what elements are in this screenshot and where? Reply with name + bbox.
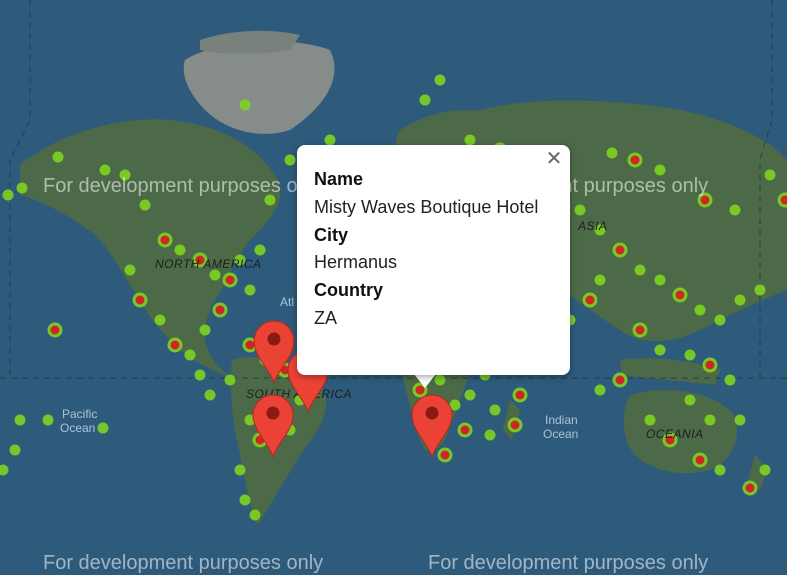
heat-spot <box>734 414 746 426</box>
heat-spot <box>759 464 771 476</box>
heat-spot <box>167 337 183 353</box>
ocean-label-pacific-1: Pacific <box>62 407 97 421</box>
heat-spot <box>612 242 628 258</box>
heat-spot <box>654 344 666 356</box>
heat-spot <box>654 164 666 176</box>
continent-label-north-america: NORTH AMERICA <box>155 257 262 271</box>
heat-spot <box>99 164 111 176</box>
heat-spot <box>729 204 741 216</box>
heat-spot <box>47 322 63 338</box>
heat-spot <box>284 154 296 166</box>
heat-spot <box>714 314 726 326</box>
heat-spot <box>234 464 246 476</box>
heat-spot <box>512 387 528 403</box>
name-value: Misty Waves Boutique Hotel <box>314 196 539 217</box>
heat-spot <box>194 369 206 381</box>
heat-spot <box>244 284 256 296</box>
heat-spot <box>119 169 131 181</box>
heat-spot <box>97 422 109 434</box>
heat-spot <box>627 152 643 168</box>
city-value: Hermanus <box>314 252 398 273</box>
heat-spot <box>489 404 501 416</box>
heat-spot <box>222 272 238 288</box>
heat-spot <box>692 452 708 468</box>
heat-spot <box>777 192 787 208</box>
heat-spot <box>464 134 476 146</box>
city-label: City <box>314 224 349 245</box>
heat-spot <box>634 264 646 276</box>
ocean-label-indian-1: Indian <box>545 413 578 427</box>
close-icon[interactable]: ✕ <box>544 149 564 169</box>
heat-spot <box>157 232 173 248</box>
ocean-label-pacific-2: Ocean <box>60 421 95 435</box>
heat-spot <box>694 304 706 316</box>
heat-spot <box>52 151 64 163</box>
heat-spot <box>419 94 431 106</box>
name-label: Name <box>314 169 364 189</box>
heat-spot <box>437 447 453 463</box>
heat-spot <box>684 394 696 406</box>
heat-spot <box>632 322 648 338</box>
heat-spot <box>184 349 196 361</box>
ocean-label-indian-2: Ocean <box>543 427 578 441</box>
heat-spot <box>464 389 476 401</box>
heat-spot <box>702 357 718 373</box>
heat-spot <box>724 374 736 386</box>
heat-spot <box>714 464 726 476</box>
heat-spot <box>612 372 628 388</box>
ocean-label-atlantic: Atl <box>280 295 294 309</box>
heat-spot <box>672 287 688 303</box>
heat-spot <box>594 274 606 286</box>
heat-spot <box>434 74 446 86</box>
heat-spot <box>684 349 696 361</box>
heat-spot <box>16 182 28 194</box>
heat-spot <box>734 294 746 306</box>
heat-spot <box>742 480 758 496</box>
heat-spot <box>204 389 216 401</box>
continent-label-asia: ASIA <box>577 219 607 233</box>
heat-spot <box>697 192 713 208</box>
infowindow-tail <box>414 374 436 388</box>
heat-spot <box>484 429 496 441</box>
heat-spot <box>132 292 148 308</box>
heat-spot <box>209 269 221 281</box>
heat-spot <box>594 384 606 396</box>
heat-spot <box>9 444 21 456</box>
heat-spot <box>239 494 251 506</box>
heat-spot <box>199 324 211 336</box>
infowindow: ✕ Name Misty Waves Boutique Hotel City H… <box>297 145 570 375</box>
continent-label-oceania: OCEANIA <box>646 427 704 441</box>
heat-spot <box>139 199 151 211</box>
heat-spot <box>507 417 523 433</box>
heat-spot <box>249 509 261 521</box>
heat-spot <box>124 264 136 276</box>
heat-spot <box>224 374 236 386</box>
heat-spot <box>754 284 766 296</box>
heat-spot <box>654 274 666 286</box>
heat-spot <box>582 292 598 308</box>
infowindow-content: Name Misty Waves Boutique Hotel City Her… <box>314 166 538 333</box>
heat-spot <box>606 147 618 159</box>
heat-spot <box>264 194 276 206</box>
heat-spot <box>42 414 54 426</box>
country-value: ZA <box>314 307 338 328</box>
heat-spot <box>254 244 266 256</box>
heat-spot <box>764 169 776 181</box>
heat-spot <box>2 189 14 201</box>
heat-spot <box>457 422 473 438</box>
country-label: Country <box>314 280 383 301</box>
heat-spot <box>239 99 251 111</box>
heat-spot <box>212 302 228 318</box>
heat-spot <box>14 414 26 426</box>
heat-spot <box>704 414 716 426</box>
heat-spot <box>0 464 9 476</box>
heat-spot <box>449 399 461 411</box>
heat-spot <box>574 204 586 216</box>
heat-spot <box>324 134 336 146</box>
heat-spot <box>644 414 656 426</box>
heat-spot <box>174 244 186 256</box>
heat-spot <box>154 314 166 326</box>
heat-spot <box>434 374 446 386</box>
